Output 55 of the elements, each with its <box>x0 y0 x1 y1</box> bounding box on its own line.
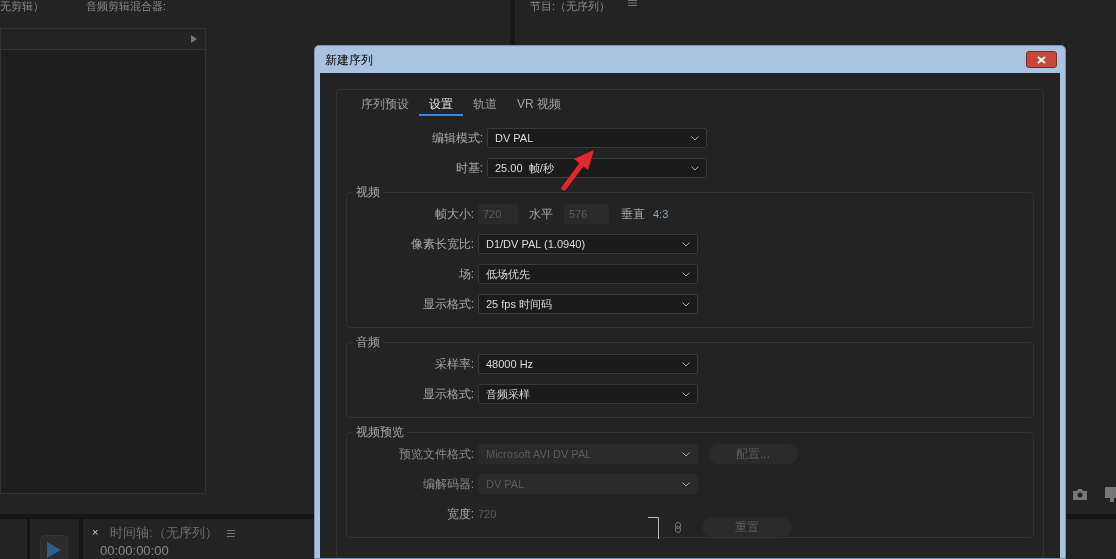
panel-title: 时间轴:（无序列） <box>110 524 218 542</box>
tab[interactable]: VR 视频 <box>507 94 571 116</box>
dropdown[interactable]: 25.00 帧/秒 <box>487 158 707 178</box>
link-icon[interactable] <box>675 521 681 533</box>
field-label: 时基: <box>454 160 484 177</box>
bracket-icon <box>648 517 659 539</box>
chevron-down-icon <box>682 301 690 307</box>
close-button[interactable] <box>1026 51 1057 68</box>
play-icon <box>47 542 61 558</box>
dropdown[interactable]: 25 fps 时间码 <box>478 294 698 314</box>
field-label: 编辑模式: <box>430 130 484 147</box>
tab[interactable]: 轨道 <box>463 94 507 116</box>
tab[interactable]: 序列预设 <box>351 94 419 116</box>
menu-icon[interactable] <box>227 530 235 537</box>
chevron-down-icon <box>691 135 699 141</box>
field-label: 显示格式: <box>421 386 475 403</box>
field-label: 宽度: <box>445 506 475 523</box>
field-label: 场: <box>457 266 475 283</box>
field-label: 采样率: <box>433 356 475 373</box>
panel-title: 节目:（无序列） <box>530 0 611 12</box>
timecode: 00:00:00:00 <box>100 544 169 558</box>
aspect-ratio: 4:3 <box>653 206 669 222</box>
play-button[interactable] <box>40 535 68 559</box>
panel-title: 音频剪辑混合器: <box>86 0 167 12</box>
field-label: 垂直 <box>621 206 645 223</box>
group-title: 视频 <box>355 185 381 199</box>
chevron-down-icon <box>682 481 690 487</box>
chevron-down-icon <box>691 165 699 171</box>
camera-icon[interactable] <box>1073 489 1087 500</box>
close-icon <box>1037 55 1046 64</box>
dropdown[interactable]: 48000 Hz <box>478 354 698 374</box>
dropdown[interactable]: 低场优先 <box>478 264 698 284</box>
chevron-down-icon <box>682 391 690 397</box>
group-title: 视频预览 <box>355 425 405 439</box>
dropdown[interactable]: D1/DV PAL (1.0940) <box>478 234 698 254</box>
close-tab-button[interactable]: × <box>92 526 99 538</box>
tab[interactable]: 设置 <box>419 94 463 116</box>
arrow-annotation <box>560 148 596 192</box>
field-label: 预览文件格式: <box>397 446 475 463</box>
field-label: 水平 <box>529 206 553 223</box>
dropdown[interactable]: DV PAL <box>487 128 707 148</box>
chevron-down-icon <box>682 271 690 277</box>
chevron-down-icon <box>682 451 690 457</box>
chevron-down-icon <box>682 241 690 247</box>
dropdown[interactable]: 音频采样 <box>478 384 698 404</box>
field-label: 像素长宽比: <box>409 236 475 253</box>
field-label: 编解码器: <box>421 476 475 493</box>
play-triangle-icon[interactable] <box>191 35 197 43</box>
group-title: 音频 <box>355 335 381 349</box>
menu-icon[interactable] <box>628 0 637 6</box>
dialog-title: 新建序列 <box>325 51 373 69</box>
panel-title: 无剪辑） <box>0 0 44 12</box>
chevron-down-icon <box>682 361 690 367</box>
field-label: 显示格式: <box>421 296 475 313</box>
field-label: 帧大小: <box>433 206 475 223</box>
